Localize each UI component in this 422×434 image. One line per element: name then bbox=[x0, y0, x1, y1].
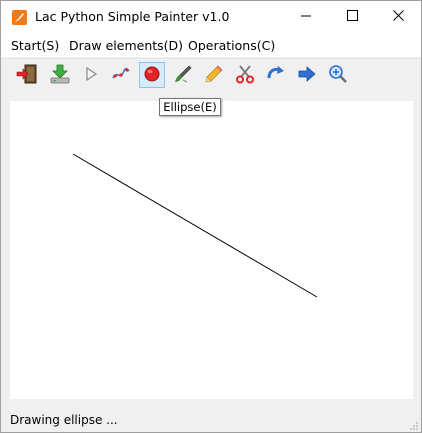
drawn-line bbox=[72, 153, 318, 298]
red-circle-icon bbox=[143, 65, 161, 86]
pencil-button[interactable] bbox=[201, 62, 227, 88]
maximize-button[interactable] bbox=[329, 1, 375, 33]
scissors-icon bbox=[235, 64, 255, 87]
menu-bar: Start(S) Draw elements(D) Operations(C) bbox=[1, 33, 421, 57]
exit-button[interactable] bbox=[14, 62, 40, 88]
menu-operations[interactable]: Operations(C) bbox=[188, 38, 275, 53]
save-button[interactable] bbox=[47, 62, 73, 88]
curve-line-icon bbox=[111, 64, 131, 87]
minimize-button[interactable] bbox=[283, 1, 329, 33]
brush-button[interactable] bbox=[170, 62, 196, 88]
window-title: Lac Python Simple Painter v1.0 bbox=[35, 9, 230, 24]
redo-button[interactable] bbox=[263, 62, 289, 88]
menu-draw-elements[interactable]: Draw elements(D) bbox=[69, 38, 183, 53]
brush-icon bbox=[173, 64, 193, 87]
curve-button[interactable] bbox=[108, 62, 134, 88]
cut-button[interactable] bbox=[232, 62, 258, 88]
zoom-button[interactable] bbox=[325, 62, 351, 88]
app-window: Lac Python Simple Painter v1.0 Start(S) … bbox=[0, 0, 422, 433]
exit-door-icon bbox=[16, 63, 38, 88]
canvas-drawing bbox=[72, 153, 318, 298]
play-triangle-icon bbox=[82, 65, 100, 86]
resize-grip-icon[interactable] bbox=[409, 420, 419, 430]
zoom-in-icon bbox=[328, 64, 348, 87]
status-bar: Drawing ellipse ... bbox=[1, 409, 421, 432]
maximize-icon bbox=[346, 10, 358, 24]
app-icon bbox=[12, 10, 27, 25]
close-button[interactable] bbox=[375, 1, 421, 33]
status-text: Drawing ellipse ... bbox=[10, 413, 118, 427]
redo-arrow-icon bbox=[266, 64, 286, 87]
close-icon bbox=[392, 10, 404, 24]
pencil-icon bbox=[204, 64, 224, 87]
forward-arrow-icon bbox=[297, 64, 317, 87]
title-bar: Lac Python Simple Painter v1.0 bbox=[1, 1, 421, 33]
menu-start[interactable]: Start(S) bbox=[11, 38, 59, 53]
play-button[interactable] bbox=[78, 62, 104, 88]
minimize-icon bbox=[300, 10, 312, 24]
drawing-canvas[interactable] bbox=[10, 101, 413, 399]
forward-button[interactable] bbox=[294, 62, 320, 88]
ellipse-button[interactable] bbox=[139, 62, 165, 88]
toolbar bbox=[1, 58, 421, 92]
tooltip: Ellipse(E) bbox=[159, 98, 221, 116]
download-save-icon bbox=[49, 63, 71, 88]
